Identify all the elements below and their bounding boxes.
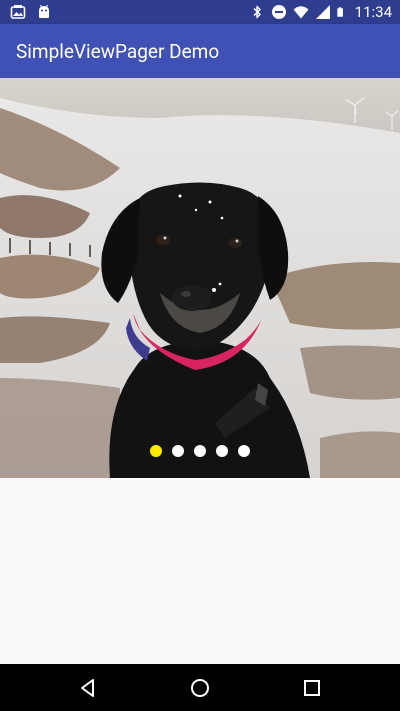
status-bar: 11:34 xyxy=(0,0,400,24)
navigation-bar xyxy=(0,664,400,711)
bluetooth-icon xyxy=(253,5,261,19)
page-indicator xyxy=(0,439,400,463)
page-dot-2[interactable] xyxy=(172,445,184,457)
app-title: SimpleViewPager Demo xyxy=(16,40,220,63)
wifi-icon xyxy=(293,6,309,19)
empty-content-area xyxy=(0,478,400,664)
page-dot-5[interactable] xyxy=(238,445,250,457)
battery-icon xyxy=(336,7,343,17)
image-notification-icon xyxy=(10,5,26,19)
system-icons: 11:34 xyxy=(249,3,392,21)
signal-icon xyxy=(315,5,330,19)
page-dot-1[interactable] xyxy=(150,445,162,457)
page-dot-3[interactable] xyxy=(194,445,206,457)
view-pager[interactable] xyxy=(0,78,400,478)
home-icon[interactable] xyxy=(188,676,212,700)
notification-icons xyxy=(10,4,52,20)
recents-icon[interactable] xyxy=(300,676,324,700)
android-notification-icon xyxy=(39,4,49,18)
app-bar: SimpleViewPager Demo xyxy=(0,24,400,78)
dog-photo xyxy=(0,78,400,478)
back-icon[interactable] xyxy=(76,676,100,700)
page-dot-4[interactable] xyxy=(216,445,228,457)
do-not-disturb-icon xyxy=(271,5,286,19)
status-time: 11:34 xyxy=(354,3,392,21)
